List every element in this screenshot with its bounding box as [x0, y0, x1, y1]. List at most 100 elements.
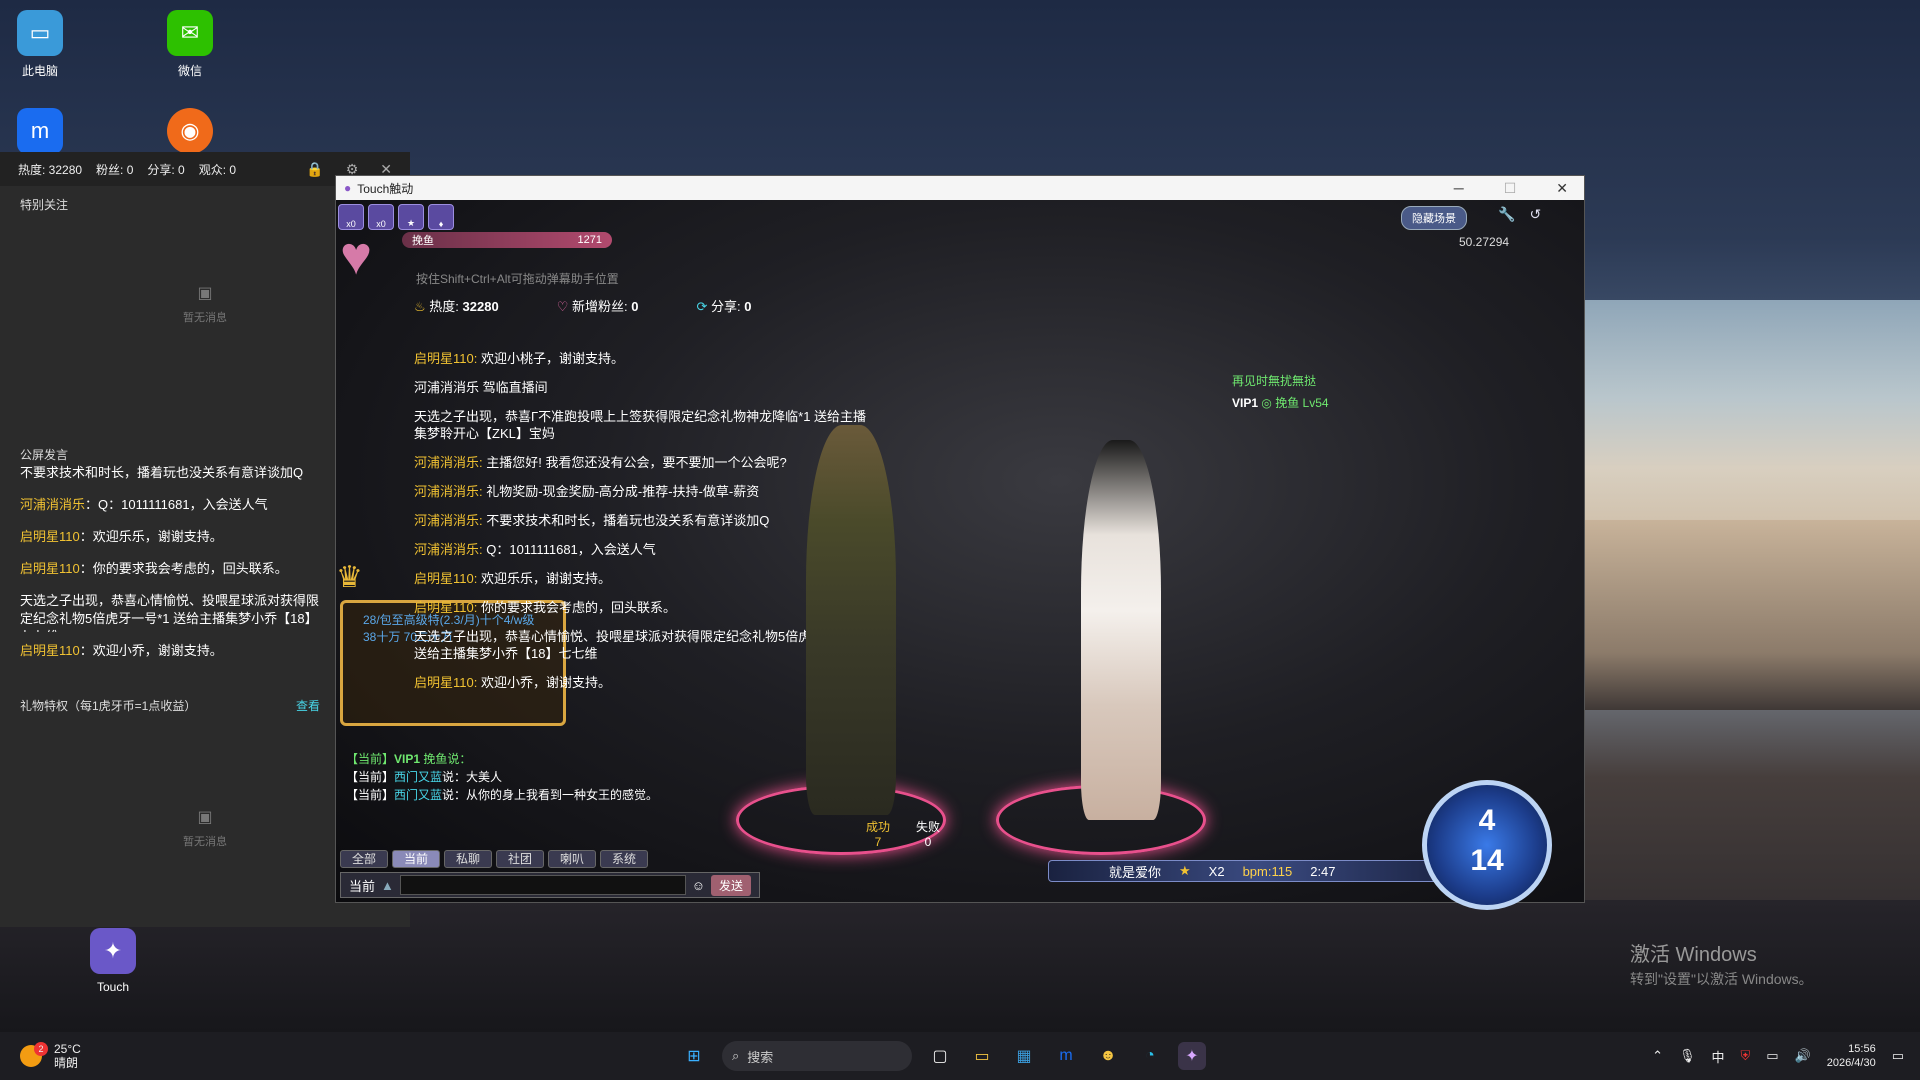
taskbar: 2 25°C 晴朗 ⊞ ⌕ 搜索 ▢ ▭ ▦ m ☻ ◔ ✦ ⌃ 🎙 中 ⛨ ▭ 🔊…	[0, 1032, 1920, 1080]
tab-club[interactable]: 社团	[496, 850, 544, 868]
crown-icon: ♛	[336, 561, 363, 594]
weather-widget[interactable]: 2 25°C 晴朗	[0, 1042, 300, 1070]
tab-all[interactable]: 全部	[340, 850, 388, 868]
bpm: bpm:115	[1242, 863, 1293, 879]
tab-system[interactable]: 系统	[600, 850, 648, 868]
window-title: Touch触动	[357, 181, 414, 196]
send-button[interactable]: 发送	[710, 874, 751, 896]
notification-badge: 2	[34, 1042, 48, 1056]
windows-start-icon[interactable]: ⊞	[680, 1042, 708, 1070]
tab-horn[interactable]: 喇叭	[548, 850, 596, 868]
star-badge-icon[interactable]: ★	[398, 204, 424, 230]
male-dancer	[806, 425, 896, 815]
touch-app-icon[interactable]: ✦	[1178, 1042, 1206, 1070]
chevron-up-icon[interactable]: ▲	[381, 878, 394, 893]
fans-overlay: ♡ 新增粉丝: 0	[556, 299, 639, 314]
mic-icon[interactable]: 🎙	[1679, 1048, 1696, 1064]
security-icon[interactable]: ⛨	[1741, 1048, 1751, 1064]
chat-message: 天选之子出现，恭喜Γ不准跑投喂上上签获得限定纪念礼物神龙降临*1 送给主播集梦聆…	[414, 409, 867, 441]
desktop-icon-wechat[interactable]: ✉ 微信	[150, 10, 230, 79]
chat-input-row: 当前 ▲ ☺ 发送	[340, 872, 760, 898]
chat-tabs: 全部 当前 私聊 社团 喇叭 系统	[340, 850, 648, 868]
multiplier: X2	[1208, 863, 1225, 879]
clock[interactable]: 15:56 2026/4/30	[1827, 1042, 1876, 1070]
wrench-icon[interactable]: 🔧	[1498, 206, 1515, 223]
coordinate-readout: 50.27294	[1459, 235, 1510, 249]
app-logo-icon: ●	[344, 181, 352, 195]
wechat-icon: ✉	[167, 10, 213, 56]
share-icon: ⟳	[696, 299, 708, 314]
list-item: 启明星110：欢迎小乔，谢谢支持。	[20, 643, 223, 658]
notification-icon[interactable]: ▭	[1892, 1048, 1904, 1064]
list-item: 启明星110：欢迎乐乐，谢谢支持。	[20, 529, 223, 544]
channel-select[interactable]: 当前	[349, 876, 375, 895]
tab-current[interactable]: 当前	[392, 850, 440, 868]
song-title: 就是爱你	[1109, 864, 1162, 880]
heart-icon: ♥	[340, 226, 373, 286]
chat-message: 启明星110: 欢迎小桃子，谢谢支持。	[414, 351, 624, 366]
tool-icons: 🔧 ↺	[1498, 206, 1541, 223]
gift-badge-icon[interactable]: ♦	[428, 204, 454, 230]
store-icon[interactable]: ▦	[1010, 1042, 1038, 1070]
network-icon[interactable]: ▭	[1766, 1048, 1778, 1064]
taskbar-search[interactable]: ⌕ 搜索	[722, 1041, 912, 1071]
song-bar: 就是爱你 ★ X2 bpm:115 2:47	[1048, 860, 1468, 882]
close-button[interactable]: ✕	[1556, 180, 1568, 197]
danmaku-chat: 启明星110: 欢迎小桃子，谢谢支持。 河浦消消乐 驾临直播间 天选之子出现，恭…	[414, 350, 874, 703]
chat-message: 河浦消消乐: 主播您好! 我看您还没有公会，要不要加一个公会呢?	[414, 455, 787, 470]
fire-icon: ♨	[414, 299, 426, 314]
folder-icon[interactable]: ▭	[968, 1042, 996, 1070]
list-item: 河浦消消乐：Q：1011111681，入会送人气	[20, 497, 268, 512]
viewers-stat: 观众: 0	[198, 162, 237, 177]
touch-icon: ✦	[90, 928, 136, 974]
player-namebar: 挽鱼 1271	[402, 232, 612, 248]
chat-message: 天选之子出现，恭喜心情愉悦、投喂星球派对获得限定纪念礼物5倍虎牙一号*1 送给主…	[414, 629, 863, 661]
ring-icon: ◎	[1261, 396, 1272, 410]
window-titlebar: ● Touch触动 ─ ☐ ✕	[336, 176, 1584, 200]
app-m-icon[interactable]: m	[1052, 1042, 1080, 1070]
female-dancer	[1081, 440, 1161, 820]
desktop-icon-this-pc[interactable]: ▭ 此电脑	[0, 10, 80, 79]
star-icon: ★	[1179, 863, 1191, 878]
gift-privilege-row: 礼物特权（每1虎牙币=1点收益） 查看	[20, 697, 320, 714]
list-item: 启明星110：你的要求我会考虑的，回头联系。	[20, 561, 288, 576]
ime-icon[interactable]: 中	[1712, 1047, 1725, 1066]
minimize-button[interactable]: ─	[1454, 180, 1464, 197]
chat-line: 【当前】VIP1 挽鱼说：	[346, 752, 472, 766]
gift-view-link[interactable]: 查看	[296, 697, 320, 714]
current-channel-chat: 【当前】VIP1 挽鱼说： 【当前】西门又蓝说：大美人 【当前】西门又蓝说：从你…	[346, 750, 658, 804]
heat-overlay: ♨ 热度: 32280	[414, 299, 499, 314]
heat-stat: 热度: 32280	[18, 162, 83, 177]
combo-dial: 4 14	[1422, 780, 1552, 910]
lock-icon[interactable]: 🔒	[306, 161, 323, 178]
volume-icon[interactable]: 🔊	[1795, 1048, 1811, 1064]
chat-message: 启明星110: 你的要求我会考虑的，回头联系。	[414, 600, 676, 615]
undo-icon[interactable]: ↺	[1529, 206, 1541, 223]
edge-icon[interactable]: ◔	[1136, 1042, 1164, 1070]
tab-private[interactable]: 私聊	[444, 850, 492, 868]
taskview-icon[interactable]: ▢	[926, 1042, 954, 1070]
music-icon[interactable]: ☻	[1094, 1042, 1122, 1070]
song-time: 2:47	[1310, 863, 1336, 879]
chat-message: 启明星110: 欢迎乐乐，谢谢支持。	[414, 571, 611, 586]
app-m-icon: m	[17, 108, 63, 154]
wallpaper-shore	[1585, 520, 1920, 710]
chevron-up-icon[interactable]: ⌃	[1652, 1048, 1663, 1064]
game-scene: x0 x0 ★ ♦ ♥ 挽鱼 1271 按住Shift+Ctrl+Alt可拖动弹…	[336, 200, 1584, 910]
list-item: 不要求技术和时长，播着玩也没关系有意详谈加Q	[20, 465, 304, 480]
windows-activation-watermark: 激活 Windows 转到"设置"以激活 Windows。	[1630, 944, 1813, 987]
desktop-icon-touch[interactable]: ✦ Touch	[73, 928, 153, 994]
chat-message: 河浦消消乐: 礼物奖励-现金奖励-高分成-推荐-扶持-做草-薪资	[414, 484, 760, 499]
drag-hint: 按住Shift+Ctrl+Alt可拖动弹幕助手位置	[416, 272, 619, 286]
chat-line: 【当前】西门又蓝说：从你的身上我看到一种女王的感觉。	[346, 788, 659, 802]
overlay-stats: ♨ 热度: 32280 ♡ 新增粉丝: 0 ⟳ 分享: 0	[414, 296, 751, 315]
hide-scene-button[interactable]: 隐藏场景	[1401, 206, 1467, 230]
share-stat: 分享: 0	[147, 162, 185, 177]
chat-message: 河浦消消乐 驾临直播间	[414, 380, 548, 395]
share-overlay: ⟳ 分享: 0	[696, 299, 752, 314]
system-tray: ⌃ 🎙 中 ⛨ ▭ 🔊 15:56 2026/4/30 ▭	[1652, 1042, 1904, 1070]
maximize-button[interactable]: ☐	[1504, 180, 1517, 197]
fans-stat: 粉丝: 0	[96, 162, 134, 177]
emoji-icon[interactable]: ☺	[692, 878, 705, 893]
chat-input[interactable]	[399, 875, 686, 895]
